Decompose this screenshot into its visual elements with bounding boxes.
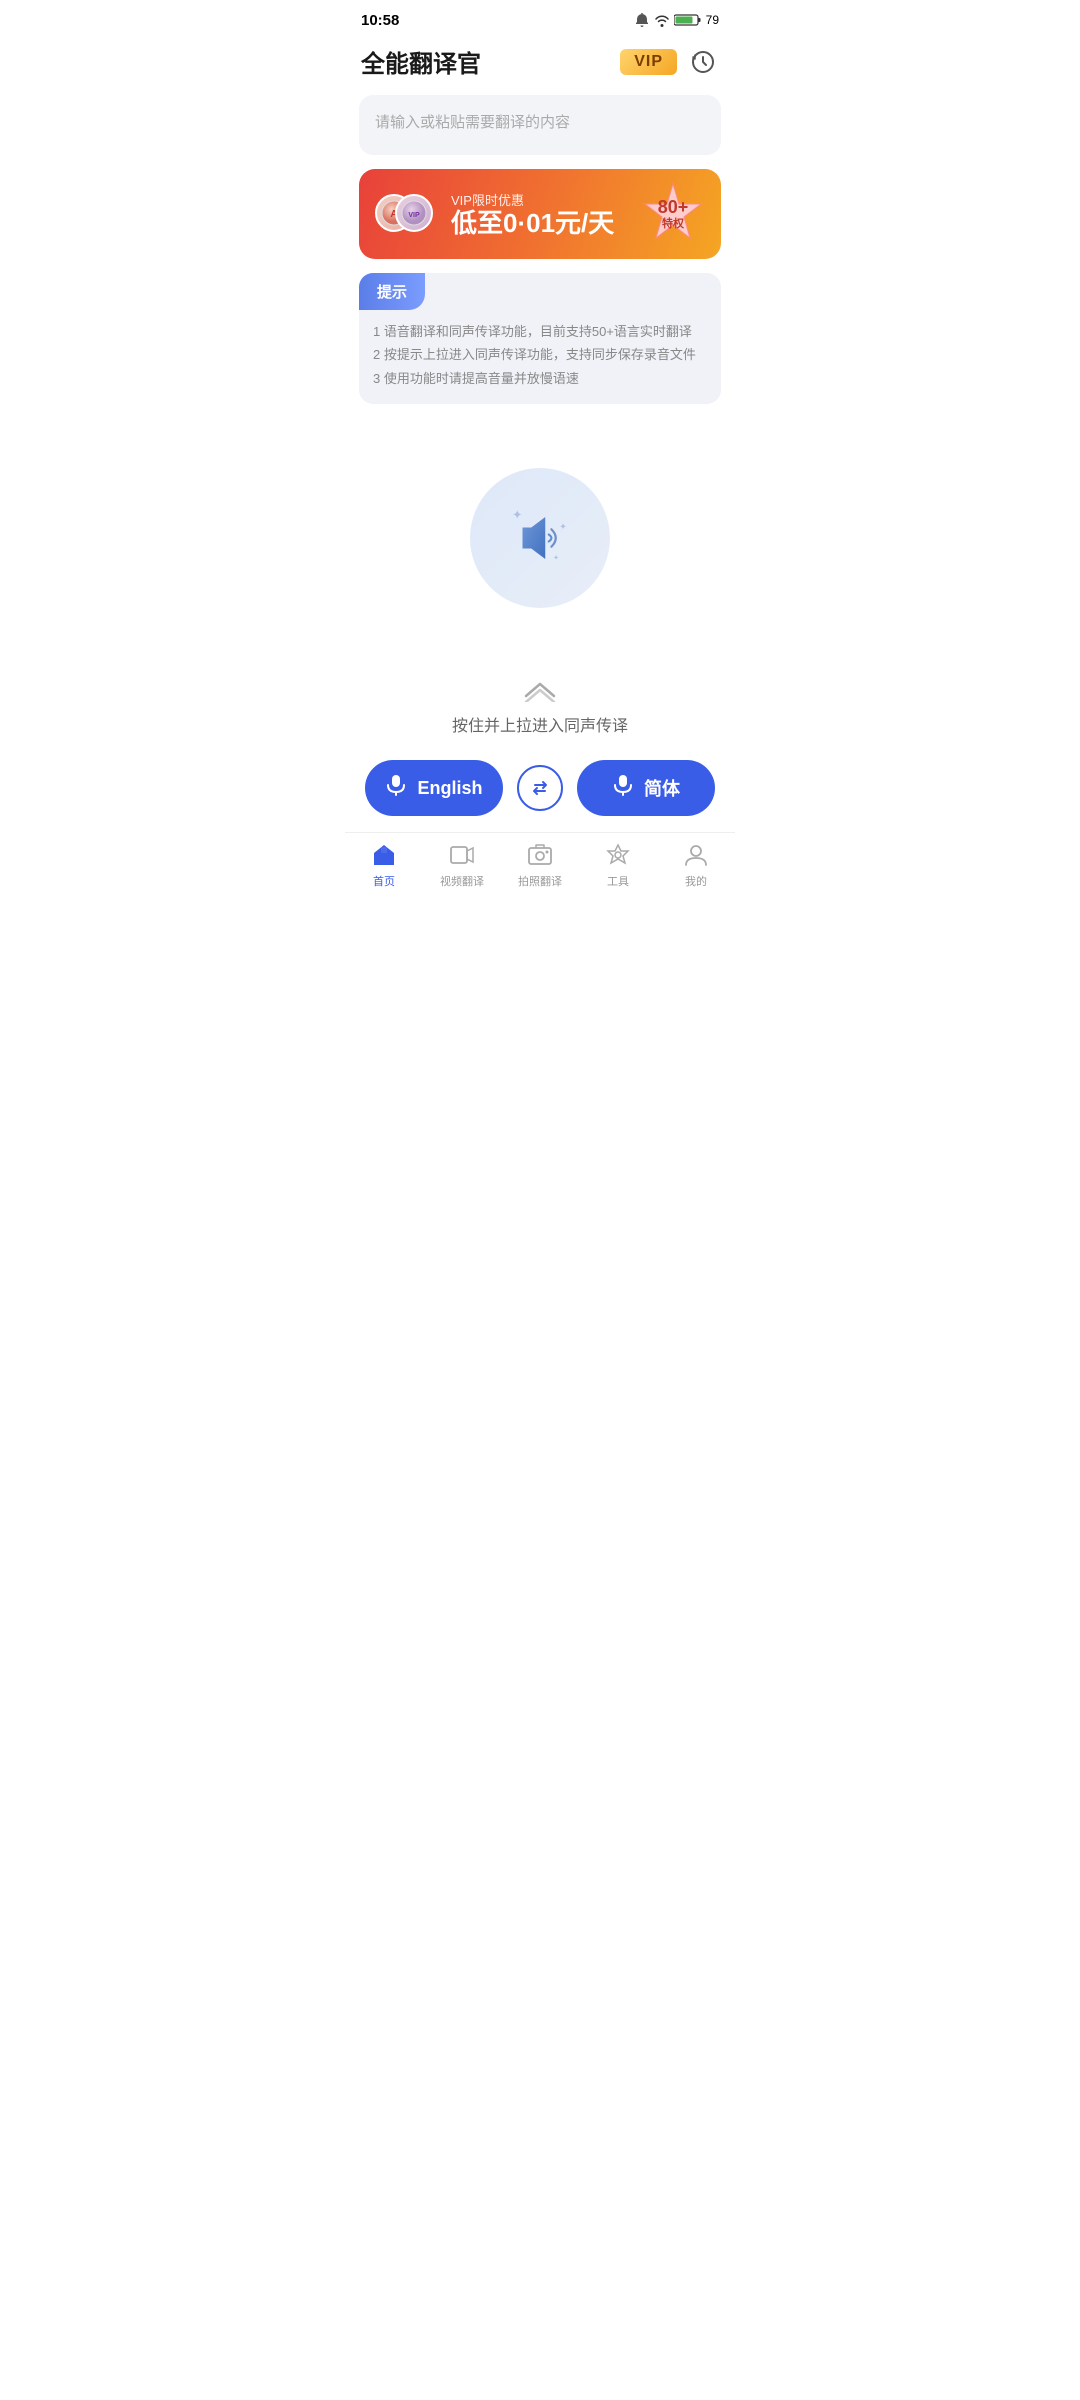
translate-input-area[interactable]: 请输入或粘贴需要翻译的内容: [359, 95, 721, 155]
nav-photo-label: 拍照翻译: [518, 873, 562, 889]
nav-tools-label: 工具: [607, 873, 629, 889]
notification-icon: [634, 13, 650, 27]
vip-banner-left: A VIP VIP限时优惠 低至0·01元/天: [375, 184, 614, 244]
history-icon[interactable]: [687, 46, 719, 78]
status-bar: 10:58 79: [345, 0, 735, 36]
vip-label: 特权: [658, 218, 689, 230]
nav-item-profile[interactable]: 我的: [666, 841, 726, 889]
svg-text:✦: ✦: [553, 554, 559, 562]
tips-content: 1 语音翻译和同声传译功能，目前支持50+语言实时翻译 2 按提示上拉进入同声传…: [359, 310, 721, 404]
middle-section: ✦ ✦ ✦: [345, 418, 735, 678]
vip-banner[interactable]: A VIP VIP限时优惠 低至0·01元/天 80+ 特权: [359, 169, 721, 259]
vip-num: 80+: [658, 198, 689, 218]
svg-text:✦: ✦: [559, 521, 567, 531]
bottom-nav: 首页 视频翻译 拍照翻译 工具: [345, 832, 735, 901]
svg-text:✦: ✦: [512, 508, 522, 522]
nav-photo-icon: [526, 841, 554, 869]
tips-item-3: 3 使用功能时请提高音量并放慢语速: [373, 367, 707, 390]
tips-header-text: 提示: [377, 284, 407, 301]
tips-box: 提示 1 语音翻译和同声传译功能，目前支持50+语言实时翻译 2 按提示上拉进入…: [359, 273, 721, 404]
nav-home-label: 首页: [373, 873, 395, 889]
coin-vip: VIP: [395, 194, 433, 232]
input-placeholder: 请输入或粘贴需要翻译的内容: [375, 114, 570, 131]
nav-tools-icon: [604, 841, 632, 869]
speaker-icon-area: ✦ ✦ ✦: [470, 468, 610, 608]
nav-video-icon: [448, 841, 476, 869]
battery-level: 79: [706, 13, 719, 27]
vip-coins: A VIP: [375, 184, 435, 244]
tips-item-2: 2 按提示上拉进入同声传译功能，支持同步保存录音文件: [373, 343, 707, 366]
lang-btn-chinese[interactable]: 简体: [577, 760, 715, 816]
vip-star-badge: 80+ 特权: [641, 182, 705, 246]
chevron-up-icon: [522, 678, 558, 704]
speaker-inner: ✦ ✦ ✦: [500, 498, 580, 578]
nav-item-tools[interactable]: 工具: [588, 841, 648, 889]
nav-video-label: 视频翻译: [440, 873, 484, 889]
mic-icon-left: [385, 774, 407, 802]
status-time: 10:58: [361, 12, 399, 29]
app-title: 全能翻译官: [361, 44, 481, 79]
battery-icon: [674, 13, 702, 27]
nav-item-home[interactable]: 首页: [354, 841, 414, 889]
nav-profile-label: 我的: [685, 873, 707, 889]
svg-text:VIP: VIP: [408, 212, 420, 219]
lang-buttons: English 简体: [345, 760, 735, 816]
tips-item-1: 1 语音翻译和同声传译功能，目前支持50+语言实时翻译: [373, 320, 707, 343]
vip-banner-text: VIP限时优惠 低至0·01元/天: [451, 190, 614, 238]
tips-header: 提示: [359, 273, 425, 310]
swipe-hint: 按住并上拉进入同声传译: [345, 678, 735, 736]
vip-badge[interactable]: VIP: [620, 49, 677, 75]
swipe-text: 按住并上拉进入同声传译: [452, 712, 628, 736]
wifi-icon: [654, 13, 670, 27]
mic-icon-right: [612, 774, 634, 802]
nav-profile-icon: [682, 841, 710, 869]
app-bar: 全能翻译官 VIP: [345, 36, 735, 91]
vip-promo-price: 低至0·01元/天: [451, 209, 614, 238]
lang-btn-chinese-label: 简体: [644, 775, 680, 801]
nav-home-icon: [370, 841, 398, 869]
lang-btn-english[interactable]: English: [365, 760, 503, 816]
swap-button[interactable]: [517, 765, 563, 811]
vip-promo-title: VIP限时优惠: [451, 190, 614, 209]
nav-item-photo[interactable]: 拍照翻译: [510, 841, 570, 889]
app-bar-right: VIP: [620, 46, 719, 78]
lang-btn-english-label: English: [417, 778, 482, 799]
speaker-svg: ✦ ✦ ✦: [505, 503, 575, 573]
nav-item-video[interactable]: 视频翻译: [432, 841, 492, 889]
status-icons: 79: [634, 13, 719, 27]
